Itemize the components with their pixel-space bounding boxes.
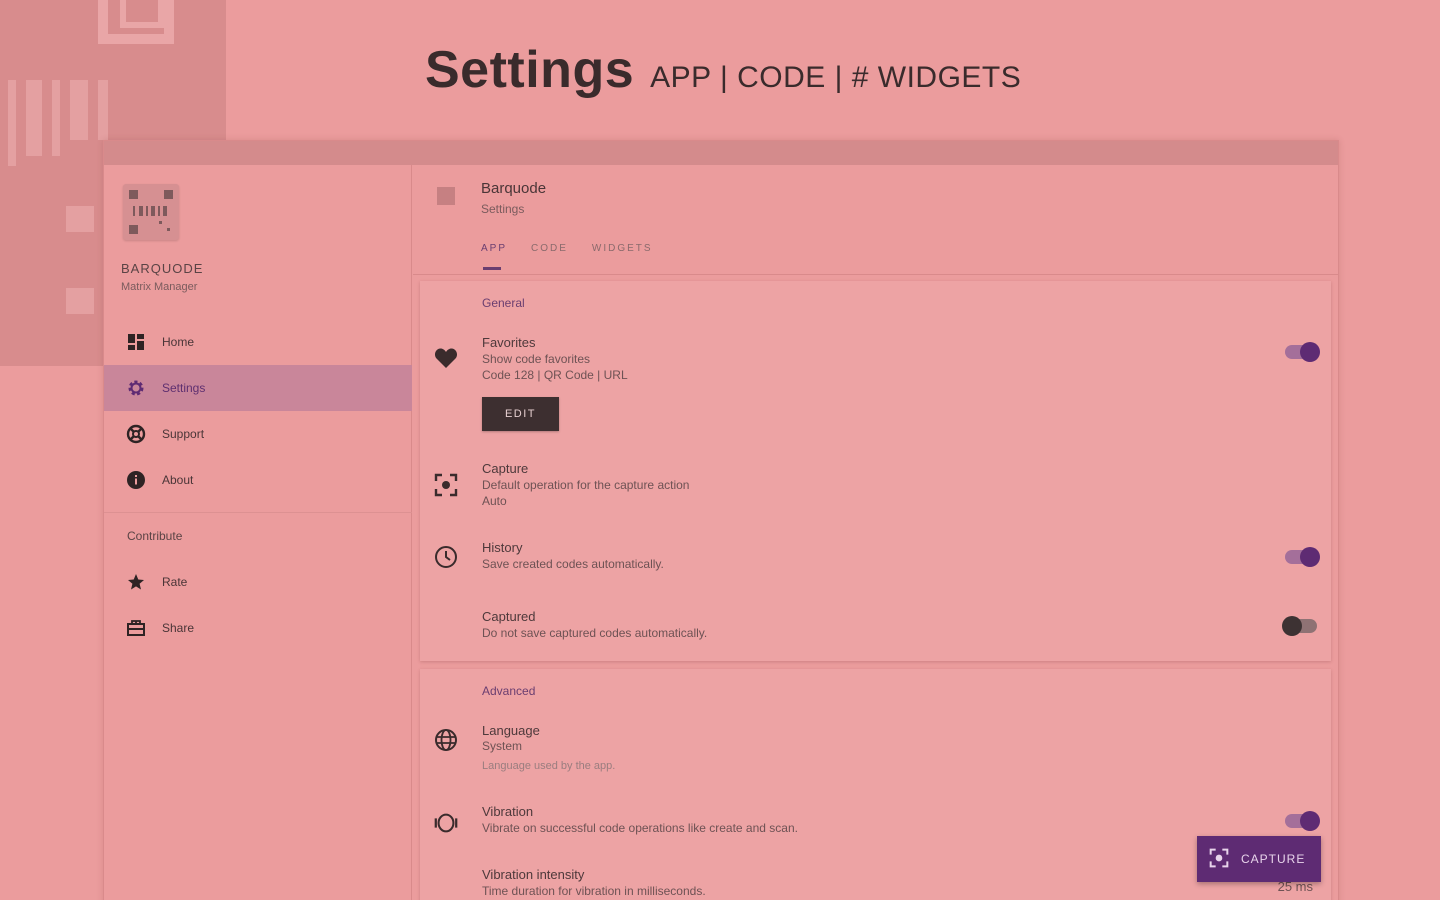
advanced-card-title: Advanced (482, 684, 536, 698)
brand-name: BARQUODE (121, 261, 204, 276)
tab-app[interactable]: APP (481, 243, 507, 270)
vibration-toggle[interactable] (1285, 811, 1320, 831)
vibration-icon (433, 810, 459, 836)
tab-widgets[interactable]: WIDGETS (592, 243, 653, 270)
favorites-toggle[interactable] (1285, 342, 1320, 362)
tab-code[interactable]: CODE (531, 243, 568, 270)
share-icon (126, 618, 146, 638)
main-header: Barquode Settings APP CODE WIDGETS (413, 165, 1338, 275)
general-card: General Favorites Show code favorites Co… (420, 281, 1331, 661)
sidebar-item-label: Home (162, 335, 195, 349)
sidebar-item-support[interactable]: Support (104, 411, 412, 457)
app-window: BARQUODE Matrix Manager Home Settings Su… (103, 140, 1339, 900)
language-description: Language used by the app. (482, 760, 616, 772)
brand-subtitle: Matrix Manager (121, 281, 198, 293)
sidebar-item-settings[interactable]: Settings (104, 365, 412, 411)
dashboard-icon (126, 332, 146, 352)
headline: Settings APP | CODE | # WIDGETS (425, 40, 1021, 100)
capture-value: Auto (482, 494, 507, 508)
favorites-value: Code 128 | QR Code | URL (482, 368, 628, 382)
sidebar-item-label: Share (162, 621, 195, 635)
capture-fab-button[interactable]: CAPTURE (1197, 836, 1321, 882)
sidebar-item-label: Rate (162, 575, 188, 589)
captured-pref: Captured Do not save captured codes auto… (420, 609, 1331, 649)
headline-subtitle: APP | CODE | # WIDGETS (650, 61, 1022, 94)
sidebar-item-label: About (162, 473, 194, 487)
sidebar-item-label: Support (162, 427, 205, 441)
history-title: History (482, 540, 523, 555)
sidebar-item-rate[interactable]: Rate (104, 559, 412, 605)
background-block-decoration (66, 288, 94, 314)
vibration-intensity-pref[interactable]: Vibration intensity Time duration for vi… (420, 867, 1331, 900)
app-logo (123, 184, 179, 240)
vibration-description: Vibrate on successful code operations li… (482, 821, 798, 835)
language-value: System (482, 739, 523, 753)
capture-icon (433, 472, 459, 498)
favorites-description: Show code favorites (482, 352, 591, 366)
star-icon (126, 572, 146, 592)
contribute-label: Contribute (127, 529, 183, 543)
headline-title: Settings (425, 41, 635, 99)
heart-icon (433, 345, 459, 371)
capture-icon (1209, 848, 1229, 871)
gear-icon (126, 378, 146, 398)
captured-title: Captured (482, 609, 536, 624)
history-description: Save created codes automatically. (482, 557, 664, 571)
advanced-card: Advanced Language System Language used b… (420, 669, 1331, 900)
language-title: Language (482, 723, 540, 738)
sidebar-item-share[interactable]: Share (104, 605, 412, 651)
background-block-decoration (66, 206, 94, 232)
capture-title: Capture (482, 461, 529, 476)
vibration-intensity-description: Time duration for vibration in milliseco… (482, 884, 706, 898)
history-pref: History Save created codes automatically… (420, 540, 1331, 580)
capture-description: Default operation for the capture action (482, 478, 690, 492)
info-icon (126, 470, 146, 490)
capture-pref[interactable]: Capture Default operation for the captur… (420, 461, 1331, 511)
globe-icon (433, 727, 459, 753)
background-square-decoration (98, 0, 174, 44)
barcode-icon (437, 187, 455, 205)
general-card-title: General (482, 296, 525, 310)
vibration-title: Vibration (482, 804, 534, 819)
sidebar-item-about[interactable]: About (104, 457, 412, 503)
sidebar-item-home[interactable]: Home (104, 319, 412, 365)
background-bars-decoration (8, 80, 108, 166)
captured-toggle[interactable] (1282, 616, 1317, 636)
page-title: Barquode (481, 180, 547, 197)
edit-favorites-button[interactable]: EDIT (482, 397, 559, 431)
sidebar-divider (104, 512, 412, 513)
sidebar: BARQUODE Matrix Manager Home Settings Su… (104, 165, 412, 900)
language-pref[interactable]: Language System Language used by the app… (420, 723, 1331, 773)
vibration-intensity-title: Vibration intensity (482, 867, 585, 882)
tab-bar: APP CODE WIDGETS (481, 243, 653, 270)
capture-fab-label: CAPTURE (1241, 852, 1306, 866)
window-title-bar (104, 141, 1338, 165)
clock-icon (433, 544, 459, 570)
favorites-title: Favorites (482, 335, 536, 350)
sidebar-item-label: Settings (162, 381, 206, 395)
vibration-pref: Vibration Vibrate on successful code ope… (420, 804, 1331, 844)
page-subtitle: Settings (481, 202, 525, 216)
lifebuoy-icon (126, 424, 146, 444)
history-toggle[interactable] (1285, 547, 1320, 567)
favorites-pref: Favorites Show code favorites Code 128 |… (420, 333, 1331, 433)
captured-description: Do not save captured codes automatically… (482, 626, 708, 640)
